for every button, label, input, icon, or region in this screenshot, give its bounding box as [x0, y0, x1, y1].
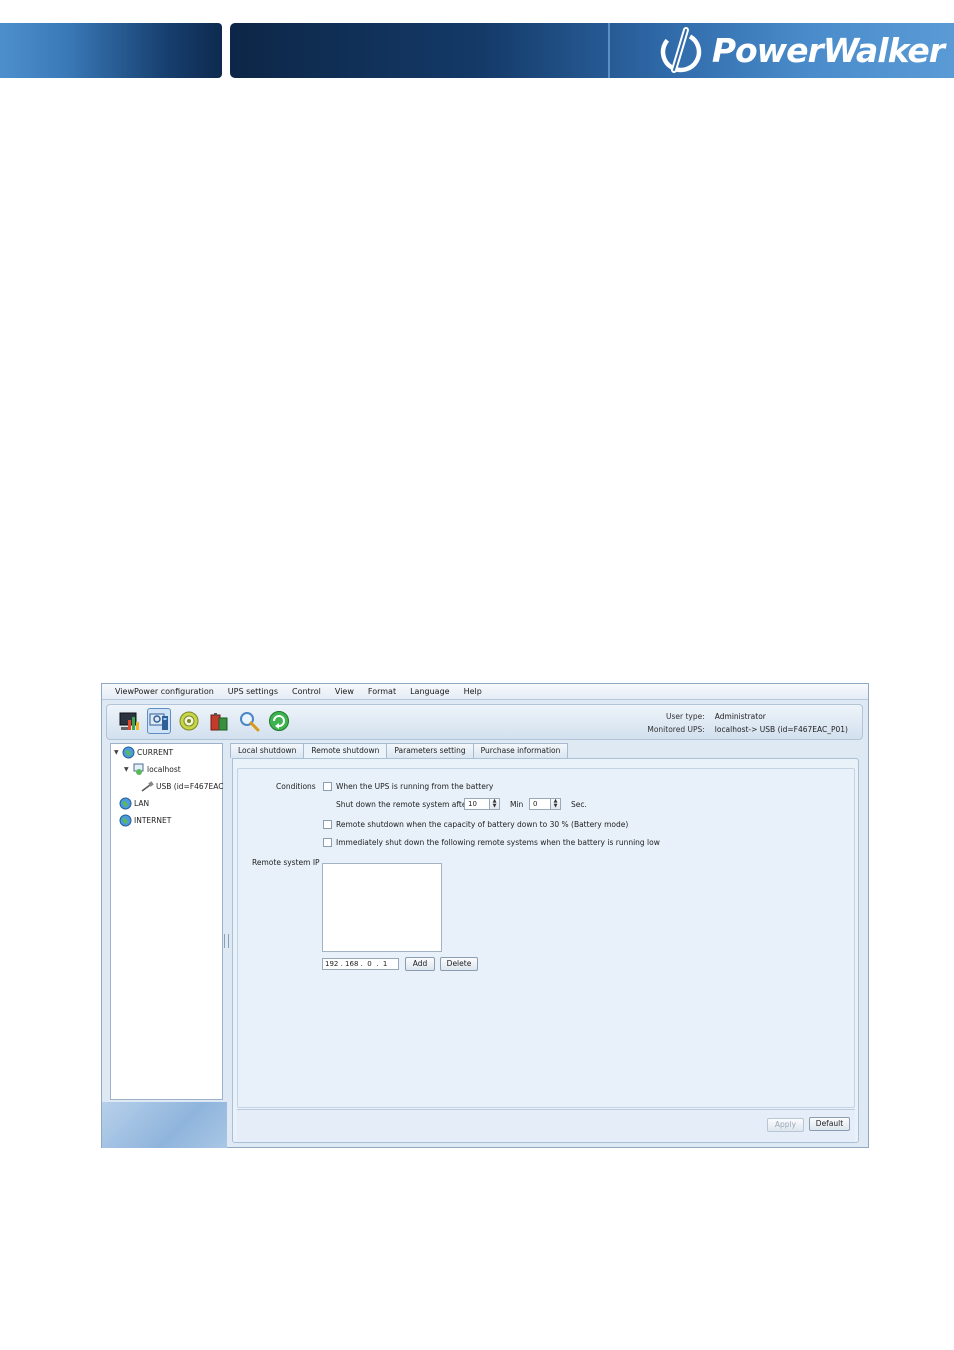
- menu-control[interactable]: Control: [285, 687, 328, 696]
- panel-footer: Apply Default: [237, 1109, 855, 1142]
- checkbox-running-battery[interactable]: [323, 782, 332, 791]
- monitored-ups-value: localhost-> USB (id=F467EAC_P01): [714, 725, 848, 734]
- conditions-label: Conditions: [276, 782, 316, 791]
- spin-down-icon[interactable]: ▼: [551, 804, 560, 809]
- menu-view[interactable]: View: [328, 687, 361, 696]
- remote-ip-label: Remote system IP: [252, 858, 320, 867]
- expand-arrow-icon[interactable]: ▼: [124, 766, 132, 773]
- sidebar-footer-decoration: [102, 1102, 227, 1148]
- monitored-ups-label: Monitored UPS:: [647, 725, 705, 734]
- checkbox-battery-low[interactable]: [323, 838, 332, 847]
- refresh-icon: [269, 711, 289, 731]
- refresh-button[interactable]: [267, 708, 291, 734]
- panel-splitter[interactable]: [224, 934, 229, 948]
- tree-label-usb: USB (id=F467EAC: [156, 782, 224, 791]
- power-logo-icon: [660, 26, 702, 73]
- min-label: Min: [510, 800, 524, 809]
- tree-node-internet[interactable]: INTERNET: [119, 814, 171, 827]
- network-globe-icon: [122, 746, 135, 759]
- user-type-value: Administrator: [714, 712, 766, 721]
- connection-info: User type: Administrator Monitored UPS: …: [645, 710, 848, 736]
- minutes-stepper[interactable]: 10 ▲ ▼: [464, 798, 500, 810]
- menu-viewpower-configuration[interactable]: ViewPower configuration: [102, 687, 221, 696]
- cond-battery-text: When the UPS is running from the battery: [336, 782, 494, 791]
- delete-ip-button[interactable]: Delete: [440, 957, 478, 971]
- remote-shutdown-form: Conditions When the UPS is running from …: [237, 768, 855, 1108]
- search-button[interactable]: [237, 708, 261, 734]
- cond-low-text: Immediately shut down the following remo…: [336, 838, 660, 847]
- network-globe-icon: [119, 814, 132, 827]
- tree-label-localhost: localhost: [147, 765, 181, 774]
- sec-label: Sec.: [571, 800, 587, 809]
- spin-down-icon[interactable]: ▼: [490, 804, 499, 809]
- tab-local-shutdown[interactable]: Local shutdown: [230, 743, 305, 758]
- shutdown-after-label: Shut down the remote system after: [336, 800, 470, 809]
- ip-address-input[interactable]: 192 . 168 . 0 . 1: [322, 958, 399, 970]
- tab-purchase-information[interactable]: Purchase information: [472, 743, 569, 758]
- menu-bar: ViewPower configuration UPS settings Con…: [102, 684, 868, 700]
- menu-format[interactable]: Format: [361, 687, 403, 696]
- tree-node-usb[interactable]: USB (id=F467EAC: [141, 780, 223, 793]
- tree-node-lan[interactable]: LAN: [119, 797, 149, 810]
- tab-remote-shutdown[interactable]: Remote shutdown: [303, 743, 388, 759]
- cond-capacity-text: Remote shutdown when the capacity of bat…: [336, 820, 629, 829]
- tree-label-internet: INTERNET: [134, 816, 172, 825]
- default-button[interactable]: Default: [809, 1117, 850, 1131]
- header-banner-left: [0, 23, 222, 78]
- tree-label-current: CURRENT: [137, 748, 174, 757]
- powerwalker-logo: PowerWalker: [656, 23, 945, 78]
- data-button[interactable]: [207, 708, 231, 734]
- menu-help[interactable]: Help: [457, 687, 489, 696]
- apply-button[interactable]: Apply: [767, 1118, 804, 1132]
- computer-node-icon: [133, 763, 144, 775]
- tree-node-localhost[interactable]: ▼ localhost: [124, 763, 181, 776]
- usb-plug-icon: [141, 781, 154, 792]
- checkbox-capacity-down[interactable]: [323, 820, 332, 829]
- user-type-label: User type:: [666, 712, 705, 721]
- add-ip-button[interactable]: Add: [405, 957, 435, 971]
- device-tree: ▼ CURRENT ▼ localhost USB (id=F467EAC LA…: [110, 743, 223, 1100]
- monitor-chart-icon: [119, 712, 139, 730]
- control-gear-icon: [179, 711, 199, 731]
- seconds-stepper[interactable]: 0 ▲ ▼: [529, 798, 561, 810]
- monitor-button[interactable]: [117, 708, 141, 734]
- menu-ups-settings[interactable]: UPS settings: [221, 687, 285, 696]
- control-button[interactable]: [177, 708, 201, 734]
- seconds-value[interactable]: 0: [529, 798, 551, 810]
- menu-language[interactable]: Language: [403, 687, 456, 696]
- settings-tabs: Local shutdown Remote shutdown Parameter…: [230, 743, 569, 759]
- expand-arrow-icon[interactable]: ▼: [114, 749, 122, 756]
- banner-divider: [608, 23, 610, 78]
- remote-ip-list[interactable]: [322, 863, 442, 952]
- ups-settings-icon: [149, 713, 168, 730]
- search-zoom-icon: [240, 712, 260, 732]
- network-globe-icon: [119, 797, 132, 810]
- viewpower-window: ViewPower configuration UPS settings Con…: [101, 683, 869, 1148]
- minutes-value[interactable]: 10: [464, 798, 490, 810]
- ups-settings-button[interactable]: [147, 708, 171, 734]
- tree-node-current[interactable]: ▼ CURRENT: [114, 746, 173, 759]
- brand-name: PowerWalker: [711, 31, 945, 70]
- tab-parameters-setting[interactable]: Parameters setting: [386, 743, 474, 758]
- remote-shutdown-panel: Conditions When the UPS is running from …: [232, 758, 859, 1143]
- battery-data-icon: [210, 713, 228, 731]
- toolbar: User type: Administrator Monitored UPS: …: [106, 704, 863, 740]
- tree-label-lan: LAN: [134, 799, 150, 808]
